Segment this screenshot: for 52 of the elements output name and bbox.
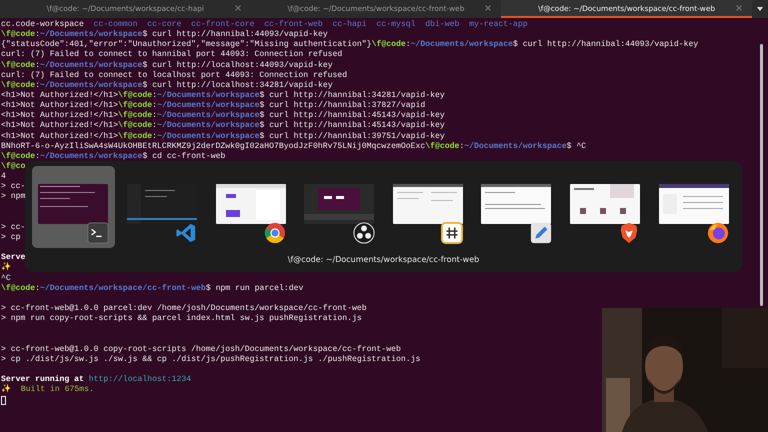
window-thumbnail (38, 184, 108, 224)
terminal-line: \f@co (1, 162, 26, 172)
terminal-line: cc.code-workspace cc-common cc-core cc-front-core cc-front-web cc-hapi cc-mysql dbi-web my-react-app (1, 20, 528, 30)
terminal-line: > npm (1, 192, 26, 203)
window-thumbnail (570, 184, 640, 224)
terminal-line: ✨ Built in 675ms. (1, 385, 94, 396)
window-thumbnail (216, 184, 286, 224)
text-cursor (1, 396, 6, 406)
globe-icon (707, 222, 729, 244)
terminal-line: > cc-front-web@1.0.0 parcel:dev /home/josh/Documents/workspace/cc-front-web (1, 304, 367, 314)
terminal-line: Server running at http://localhost:1234 (1, 374, 192, 384)
window-thumbnail (392, 184, 463, 224)
pencil-icon (530, 222, 552, 244)
terminal-line: <h1>Not Authorized!</h1>\f@code:~/Documents/workspace$ curl http://hannibal:37827/vapid (1, 101, 426, 111)
app-switcher-item[interactable] (32, 166, 115, 248)
terminal-line: > npm run copy-root-scripts && parcel index.html sw.js pushRegistration.js (1, 314, 362, 324)
terminal-line: Serve (1, 253, 26, 262)
close-icon[interactable] (736, 5, 742, 11)
terminal-line: <h1>Not Authorized!</h1>\f@code:~/Documents/workspace$ curl http://hannibal:45143/vapid-key (1, 121, 445, 132)
terminal-line: > cc- (1, 182, 26, 192)
terminal-line: 4 (1, 172, 6, 182)
terminal-line: {"statusCode":401,"error":"Unauthorized","message":"Missing authentication"}\f@code:~/Documents/workspace$ curl http://hannibal:44093/vapid-key (1, 40, 698, 50)
terminal-line: <h1>Not Authorized!</h1>\f@code:~/Documents/workspace$ curl http://hannibal:34281/vapid-key (1, 90, 445, 101)
terminal-line: > cp (1, 232, 21, 244)
window-title: \f@code: ~/Documents/workspace/cc-front-web (288, 255, 480, 264)
dropdown-caret-icon[interactable] (757, 7, 764, 11)
terminal-line: ✨ (1, 263, 11, 274)
ring-icon (264, 222, 286, 244)
terminal-line: curl: (7) Failed to connect to hannibal port 44093: Connection refused (1, 50, 342, 61)
terminal-line: > cc- (1, 222, 26, 233)
terminal-line: \f@code:~/Documents/workspace$ curl http://hannibal:44093/vapid-key (1, 30, 328, 40)
window-thumbnail (304, 184, 374, 224)
ribbon-icon (175, 222, 198, 244)
terminal-line: <h1>Not Authorized!</h1>\f@code:~/Documents/workspace$ curl http://hannibal:45143/vapid-key (1, 111, 445, 121)
terminal-line: BNhoRT-6-o-AyzIliSwA4sW4UkOHBEtRLCRKMZ9j2derDZwk0gI02aHO7ByodJzF0hRv75LNij0MqcwzemOoExc\f@code:~/Documents/workspace$ ^C (1, 142, 586, 152)
terminal-line: ^C (1, 274, 11, 284)
scrollbar[interactable] (760, 44, 763, 306)
terminal-line: \f@code:~/Documents/workspace$ curl http://localhost:44093/vapid-key (1, 60, 333, 71)
terminal-line: curl: (7) Failed to connect to localhost port 44093: Connection refused (1, 70, 348, 81)
window-thumbnail (481, 184, 552, 224)
terminal-line: <h1>Not Authorized!</h1>\f@code:~/Documents/workspace$ curl http://hannibal:39751/vapid-key (1, 132, 445, 142)
terminal-line: \f@code:~/Documents/workspace$ curl http://localhost:34281/vapid-key (1, 80, 333, 91)
terminal-line: > cp ./dist/js/sw.js ./sw.js && cp ./dist/js/pushRegistration.js ./pushRegistration.js (1, 354, 420, 365)
terminal-line: \f@code:~/Documents/workspace$ cd cc-front-web (1, 152, 226, 162)
window-thumbnail (658, 184, 729, 224)
terminal-icon (86, 222, 109, 244)
hash-icon (441, 222, 464, 244)
aperture-icon (352, 222, 374, 244)
close-icon[interactable] (234, 5, 241, 11)
close-icon[interactable] (485, 5, 492, 11)
terminal-line: > cc-front-web@1.0.0 copy-root-scripts /home/josh/Documents/workspace/cc-front-web (1, 344, 401, 355)
terminal-line: \f@code:~/Documents/workspace/cc-front-web$ npm run parcel:dev (1, 284, 304, 294)
